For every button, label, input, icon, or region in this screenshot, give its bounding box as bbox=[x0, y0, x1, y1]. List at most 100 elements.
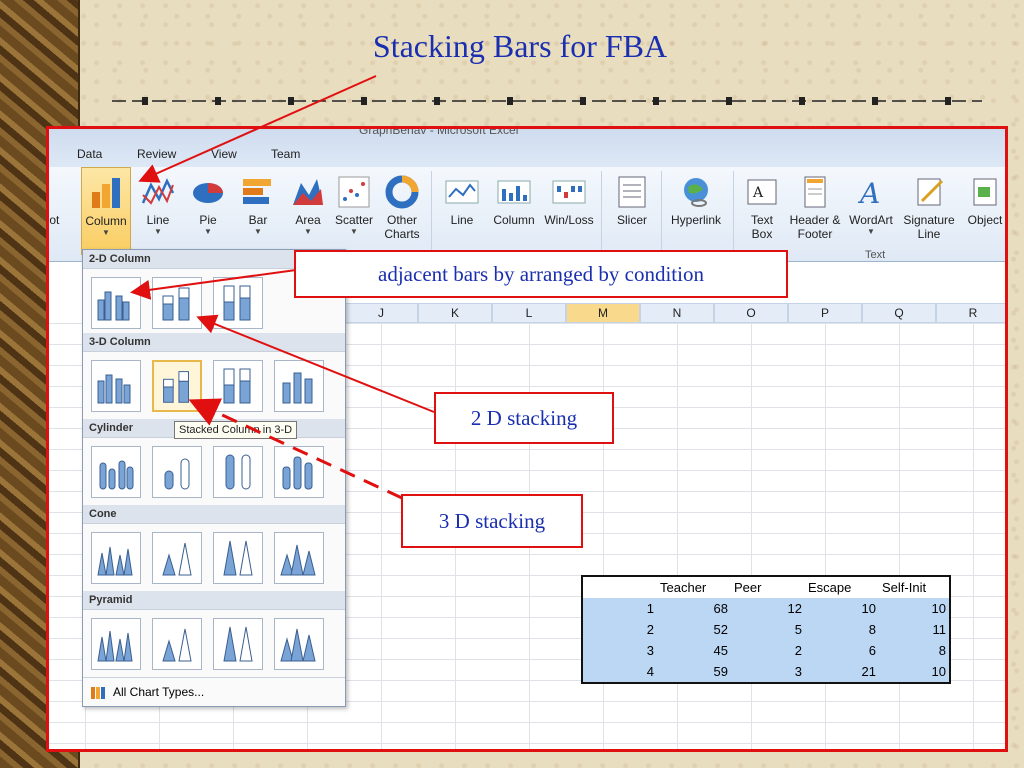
globe-link-icon bbox=[684, 178, 708, 207]
slicer-icon bbox=[618, 176, 646, 208]
column-header[interactable]: P bbox=[788, 303, 862, 323]
cell[interactable]: 10 bbox=[879, 661, 950, 683]
3d-percent-column-icon bbox=[223, 368, 251, 404]
stacked-pyramid-icon bbox=[162, 628, 192, 662]
tab-review[interactable]: Review bbox=[137, 147, 176, 161]
hyperlink-button[interactable]: Hyperlink bbox=[665, 167, 727, 255]
header-cell[interactable]: Teacher bbox=[657, 576, 731, 598]
stacked-pyramid-option[interactable] bbox=[152, 618, 202, 670]
cell[interactable]: 8 bbox=[879, 640, 950, 661]
sparkline-column-button[interactable]: Column bbox=[489, 167, 539, 255]
bar-chart-button[interactable]: Bar ▼ bbox=[233, 167, 283, 255]
tab-view[interactable]: View bbox=[211, 147, 237, 161]
decorative-divider bbox=[112, 97, 982, 105]
cell[interactable]: 3 bbox=[582, 640, 657, 661]
column-header[interactable]: L bbox=[492, 303, 566, 323]
table-row: 3 45 2 6 8 bbox=[582, 640, 950, 661]
column-header[interactable]: J bbox=[344, 303, 418, 323]
cell[interactable]: 2 bbox=[731, 640, 805, 661]
tab-data[interactable]: Data bbox=[77, 147, 102, 161]
3d-clustered-column-option[interactable] bbox=[91, 360, 141, 412]
sparkline-line-button[interactable]: Line bbox=[437, 167, 487, 255]
cell[interactable]: 12 bbox=[731, 598, 805, 619]
clustered-column-option[interactable] bbox=[91, 277, 141, 329]
cell[interactable]: 10 bbox=[879, 598, 950, 619]
cell[interactable]: 21 bbox=[805, 661, 879, 683]
cell[interactable]: 68 bbox=[657, 598, 731, 619]
text-box-button[interactable]: A Text Box bbox=[739, 167, 785, 255]
cell[interactable]: 11 bbox=[879, 619, 950, 640]
header-cell[interactable] bbox=[582, 576, 657, 598]
3d-percent-stacked-column-option[interactable] bbox=[213, 360, 263, 412]
3d-stacked-column-option[interactable] bbox=[152, 360, 202, 412]
line-chart-button[interactable]: Line ▼ bbox=[133, 167, 183, 255]
stacked-cylinder-option[interactable] bbox=[152, 446, 202, 498]
sparkline-winloss-button[interactable]: Win/Loss bbox=[541, 167, 597, 255]
header-footer-button[interactable]: Header & Footer bbox=[787, 167, 843, 255]
column-header[interactable]: N bbox=[640, 303, 714, 323]
percent-cone-icon bbox=[223, 540, 253, 576]
stacked-cone-icon bbox=[162, 542, 192, 576]
3d-cone-option[interactable] bbox=[274, 532, 324, 584]
header-cell[interactable]: Escape bbox=[805, 576, 879, 598]
wordart-button[interactable]: A WordArt ▼ bbox=[845, 167, 897, 255]
data-table[interactable]: Teacher Peer Escape Self-Init 1 68 12 10… bbox=[581, 575, 951, 684]
percent-stacked-column-option[interactable] bbox=[213, 277, 263, 329]
tab-team[interactable]: Team bbox=[271, 147, 300, 161]
screenshot-button[interactable]: hot bbox=[49, 167, 71, 255]
header-cell[interactable]: Peer bbox=[731, 576, 805, 598]
all-chart-types-link[interactable]: All Chart Types... bbox=[83, 677, 345, 706]
cell[interactable]: 8 bbox=[805, 619, 879, 640]
pie-chart-button[interactable]: Pie ▼ bbox=[183, 167, 233, 255]
3d-pyramid-option[interactable] bbox=[274, 618, 324, 670]
column-chart-button[interactable]: Column ▼ bbox=[81, 167, 131, 255]
cell[interactable]: 59 bbox=[657, 661, 731, 683]
3d-pyramid-icon bbox=[280, 628, 316, 662]
table-row: 4 59 3 21 10 bbox=[582, 661, 950, 683]
column-header-selected[interactable]: M bbox=[566, 303, 640, 323]
slicer-button[interactable]: Slicer bbox=[607, 167, 657, 255]
cell[interactable]: 4 bbox=[582, 661, 657, 683]
cell[interactable]: 6 bbox=[805, 640, 879, 661]
cell[interactable]: 45 bbox=[657, 640, 731, 661]
cell[interactable]: 1 bbox=[582, 598, 657, 619]
stacked-column-option[interactable] bbox=[152, 277, 202, 329]
text-box-icon: A bbox=[747, 179, 777, 205]
cell[interactable]: 3 bbox=[731, 661, 805, 683]
percent-cylinder-option[interactable] bbox=[213, 446, 263, 498]
svg-text:A: A bbox=[752, 185, 764, 201]
area-chart-icon bbox=[293, 179, 323, 205]
sparkline-line-icon bbox=[445, 180, 479, 204]
cell[interactable]: 2 bbox=[582, 619, 657, 640]
percent-pyramid-option[interactable] bbox=[213, 618, 263, 670]
pyramid-option[interactable] bbox=[91, 618, 141, 670]
3d-cylinder-icon bbox=[282, 456, 313, 490]
header-cell[interactable]: Self-Init bbox=[879, 576, 950, 598]
area-chart-button[interactable]: Area ▼ bbox=[283, 167, 333, 255]
callout-2d-stacking: 2 D stacking bbox=[434, 392, 614, 444]
3d-column-option[interactable] bbox=[274, 360, 324, 412]
column-header[interactable]: R bbox=[936, 303, 1005, 323]
object-button[interactable]: Object bbox=[961, 167, 1005, 255]
other-charts-button[interactable]: Other Charts bbox=[377, 167, 427, 255]
line-chart-icon bbox=[141, 178, 175, 205]
cell[interactable]: 52 bbox=[657, 619, 731, 640]
3d-cone-icon bbox=[280, 544, 316, 576]
signature-line-button[interactable]: Signature Line bbox=[899, 167, 959, 255]
column-header[interactable]: Q bbox=[862, 303, 936, 323]
callout-3d-stacking: 3 D stacking bbox=[401, 494, 583, 548]
scatter-chart-button[interactable]: Scatter ▼ bbox=[329, 167, 379, 255]
3d-cylinder-option[interactable] bbox=[274, 446, 324, 498]
percent-cone-option[interactable] bbox=[213, 532, 263, 584]
text-group-label: Text bbox=[865, 249, 886, 261]
cylinder-option[interactable] bbox=[91, 446, 141, 498]
cell[interactable]: 10 bbox=[805, 598, 879, 619]
column-header[interactable]: K bbox=[418, 303, 492, 323]
cone-option[interactable] bbox=[91, 532, 141, 584]
column-header[interactable]: O bbox=[714, 303, 788, 323]
clustered-column-icon bbox=[97, 291, 130, 321]
percent-pyramid-icon bbox=[223, 626, 253, 662]
cell[interactable]: 5 bbox=[731, 619, 805, 640]
stacked-cone-option[interactable] bbox=[152, 532, 202, 584]
3d-column-icon bbox=[97, 374, 131, 404]
